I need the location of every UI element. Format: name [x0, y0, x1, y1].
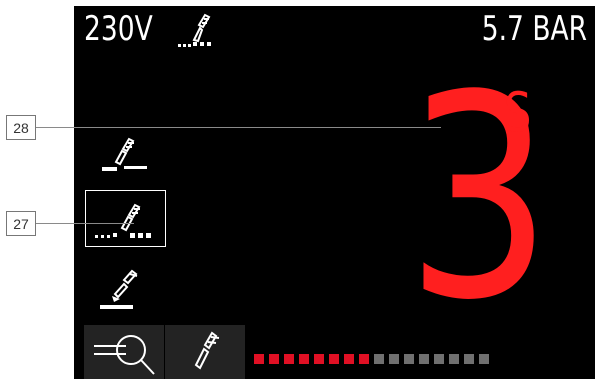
callout-27-leader — [36, 223, 134, 224]
callout-28-leader — [36, 127, 441, 128]
progress-segment-active — [329, 354, 339, 364]
progress-segment-active — [254, 354, 264, 364]
progress-segment-inactive — [374, 354, 384, 364]
timer-unit: S — [504, 81, 532, 144]
torch-icon — [194, 331, 220, 370]
progress-segment-active — [359, 354, 369, 364]
pulse-torch-icon — [178, 13, 211, 47]
arc-torch-icon[interactable] — [100, 266, 148, 312]
inspect-icon — [94, 335, 155, 375]
progress-segment-inactive — [404, 354, 414, 364]
progress-bar — [254, 354, 489, 364]
inspect-button[interactable] — [84, 325, 164, 379]
progress-segment-active — [314, 354, 324, 364]
progress-segment-active — [299, 354, 309, 364]
progress-segment-active — [269, 354, 279, 364]
progress-segment-inactive — [449, 354, 459, 364]
mig-torch-icon[interactable] — [102, 133, 150, 175]
progress-segment-inactive — [434, 354, 444, 364]
torch-button[interactable] — [165, 325, 245, 379]
progress-segment-active — [284, 354, 294, 364]
callout-28-label: 28 — [6, 115, 36, 140]
timer-value: 3 — [406, 36, 553, 362]
progress-segment-active — [344, 354, 354, 364]
progress-segment-inactive — [389, 354, 399, 364]
progress-segment-inactive — [419, 354, 429, 364]
callout-27-label: 27 — [6, 211, 36, 236]
voltage-readout: 230V — [84, 9, 153, 49]
control-display: 230V 5.7 BAR 3 S — [74, 6, 595, 379]
progress-segment-inactive — [464, 354, 474, 364]
progress-segment-inactive — [479, 354, 489, 364]
